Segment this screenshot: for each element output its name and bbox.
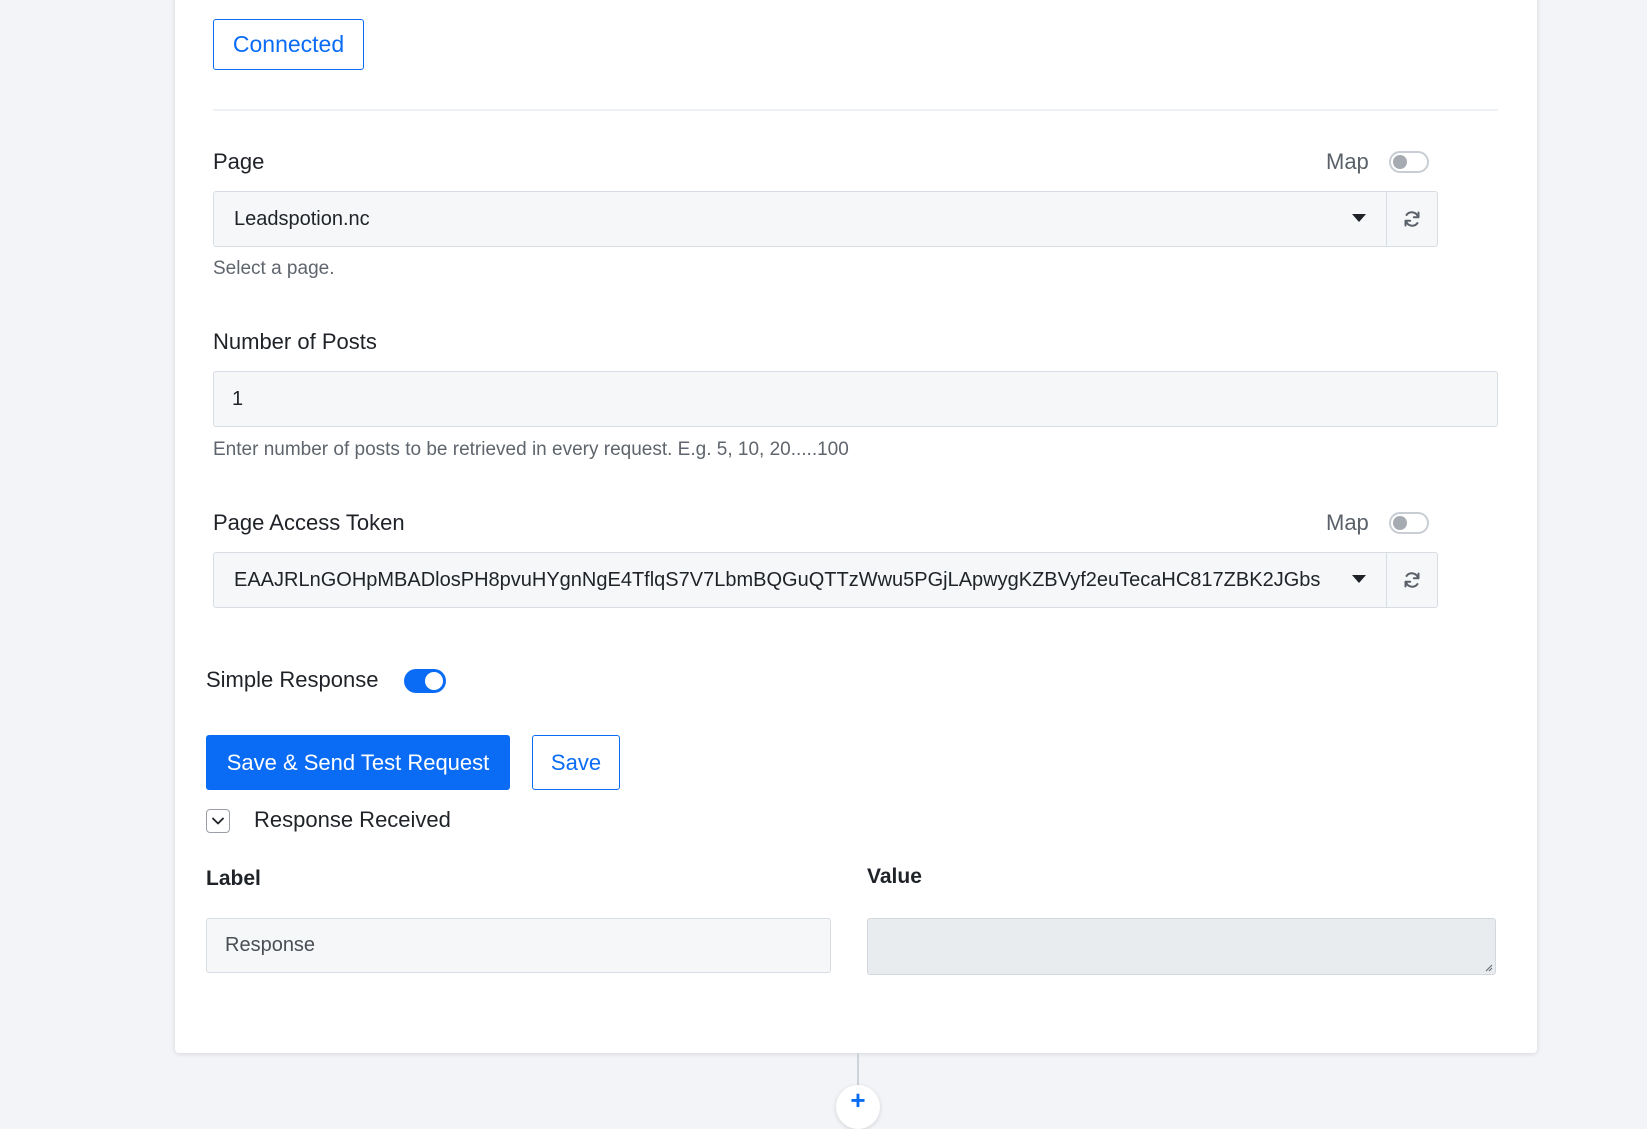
response-received-title: Response Received	[254, 807, 451, 832]
connected-button[interactable]: Connected	[213, 19, 364, 70]
token-field-label: Page Access Token	[213, 510, 405, 535]
save-button[interactable]: Save	[532, 735, 620, 790]
save-and-send-test-button[interactable]: Save & Send Test Request	[206, 735, 510, 790]
posts-help-text: Enter number of posts to be retrieved in…	[213, 439, 849, 460]
token-refresh-button[interactable]	[1387, 552, 1438, 608]
save-button-label: Save	[550, 749, 602, 775]
page-select-value: Leadspotion.nc	[234, 207, 370, 230]
page-help-text: Select a page.	[213, 258, 335, 279]
chevron-down-icon	[212, 817, 224, 825]
add-step-button[interactable]: +	[836, 1085, 880, 1129]
section-divider	[213, 109, 1498, 111]
response-collapse-toggle[interactable]	[206, 809, 230, 833]
page-refresh-button[interactable]	[1387, 191, 1438, 247]
refresh-icon	[1404, 572, 1420, 588]
value-column-header: Value	[867, 865, 922, 888]
caret-down-icon	[1352, 214, 1366, 222]
page-select[interactable]: Leadspotion.nc	[213, 191, 1387, 247]
page-map-label: Map	[1326, 149, 1369, 174]
plus-icon: +	[850, 1085, 866, 1115]
page-field-label: Page	[213, 149, 265, 174]
toggle-knob	[1393, 155, 1407, 169]
page-map-toggle[interactable]	[1389, 151, 1429, 173]
token-map-label: Map	[1326, 510, 1369, 535]
label-column-header: Label	[206, 867, 261, 890]
toggle-knob	[1393, 516, 1407, 530]
token-map-toggle[interactable]	[1389, 512, 1429, 534]
refresh-icon	[1404, 211, 1420, 227]
resize-grip-icon[interactable]	[1483, 962, 1493, 972]
flow-connector-line	[857, 1053, 859, 1089]
posts-input-value: 1	[232, 387, 244, 410]
save-and-send-test-label: Save & Send Test Request	[226, 749, 490, 775]
connected-button-label: Connected	[232, 31, 345, 57]
simple-response-toggle[interactable]	[404, 669, 446, 693]
posts-field-label: Number of Posts	[213, 329, 377, 354]
posts-input[interactable]: 1	[213, 371, 1498, 427]
response-label-value: Response	[225, 934, 316, 956]
simple-response-label: Simple Response	[206, 667, 379, 692]
response-value-textarea[interactable]	[867, 918, 1496, 975]
token-select-value: EAAJRLnGOHpMBADlosPH8pvuHYgnNgE4TflqS7V7…	[234, 568, 1321, 591]
toggle-knob	[425, 672, 443, 690]
caret-down-icon	[1352, 575, 1366, 583]
response-label-input[interactable]: Response	[206, 918, 831, 973]
step-config-card: Connected Page Map Leadspotion.nc Select…	[175, 0, 1537, 1053]
token-select[interactable]: EAAJRLnGOHpMBADlosPH8pvuHYgnNgE4TflqS7V7…	[213, 552, 1387, 608]
